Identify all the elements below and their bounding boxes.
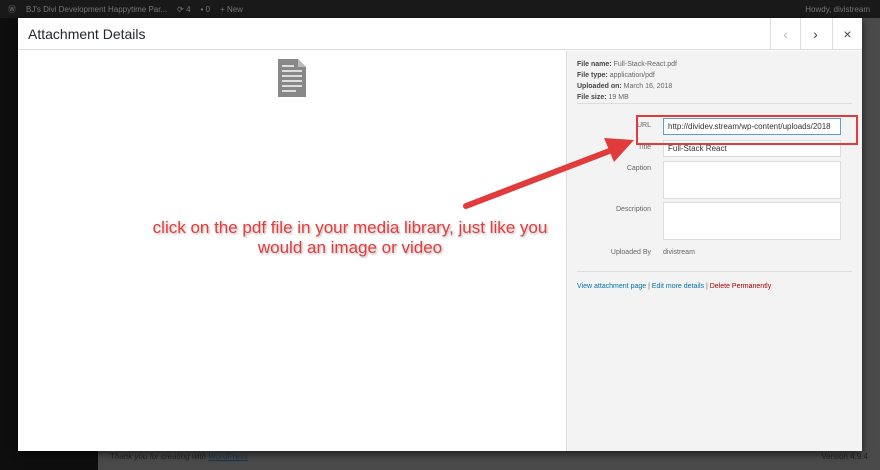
annotation-text: click on the pdf file in your media libr…	[152, 218, 548, 257]
